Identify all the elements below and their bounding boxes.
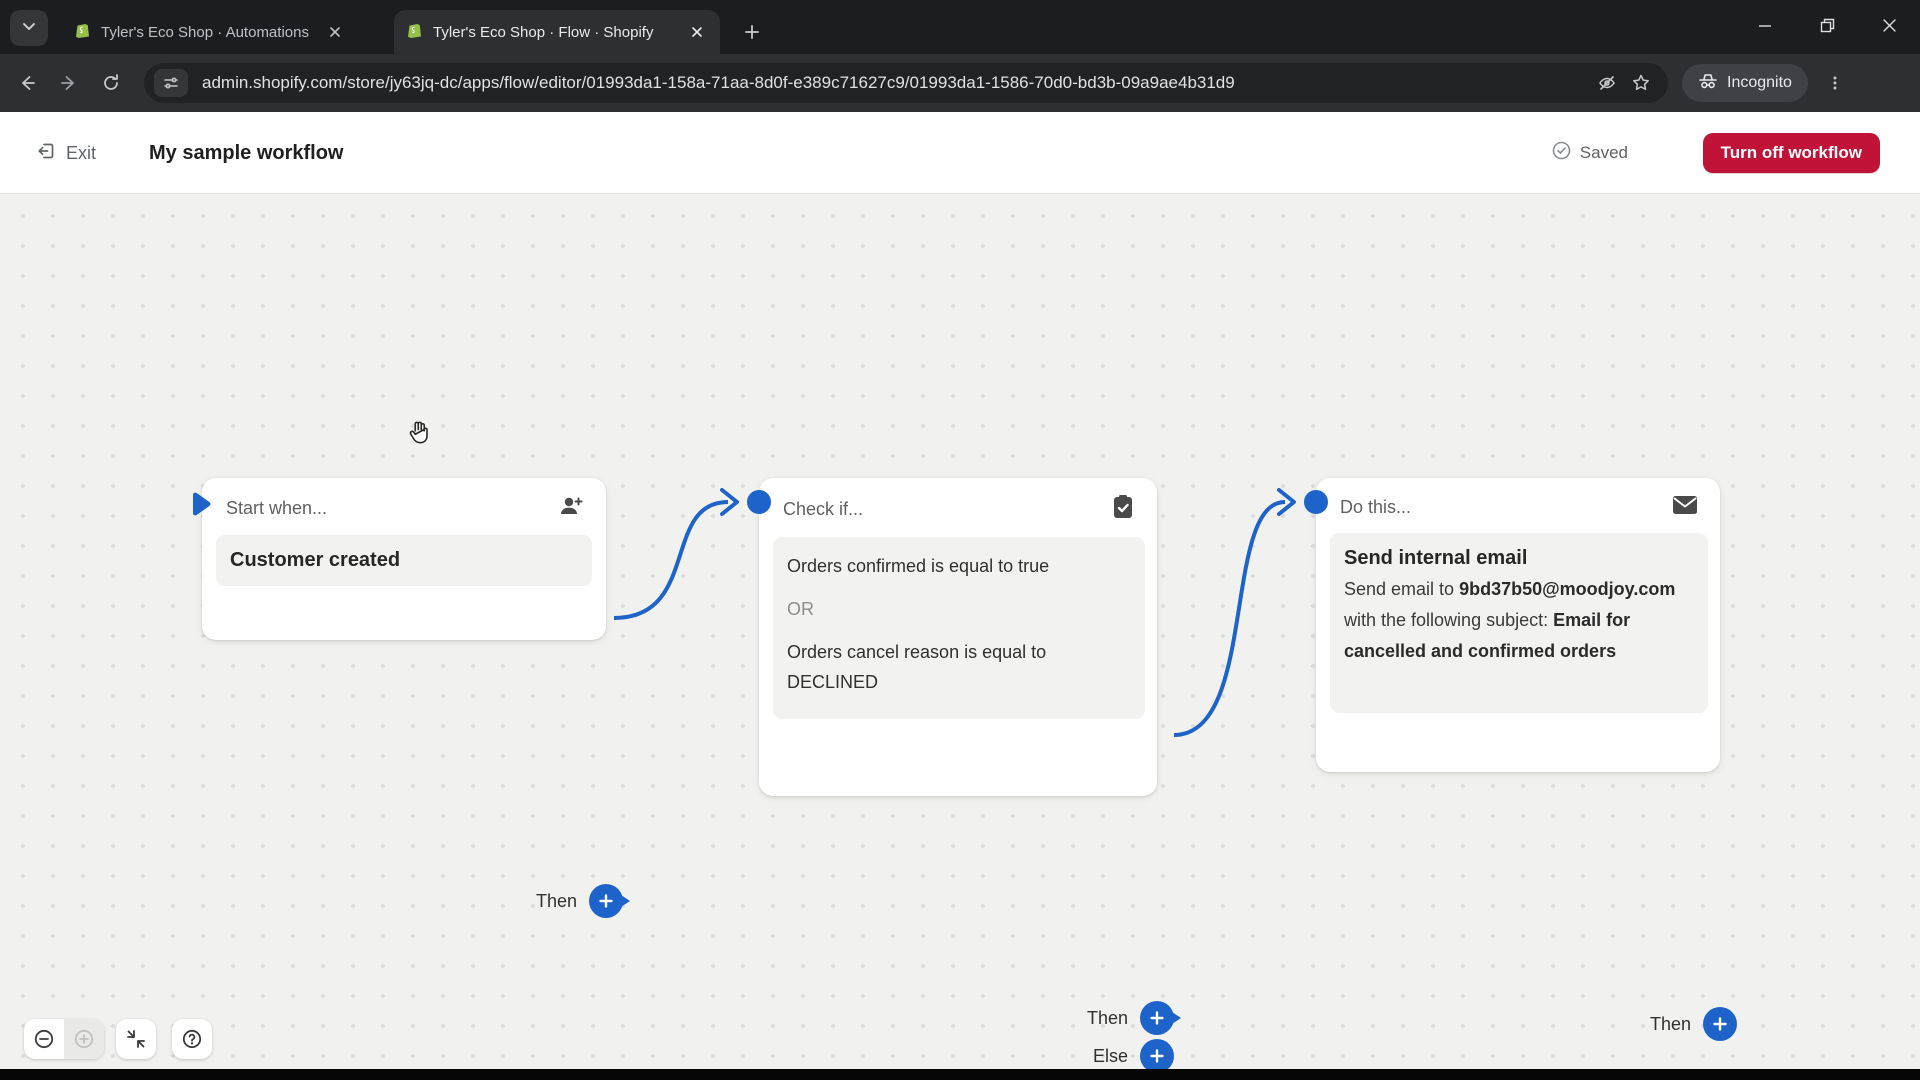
tab-close-icon[interactable] [324,21,346,43]
action-card[interactable]: Do this... Send internal email Send emai… [1316,478,1720,772]
close-window-button[interactable] [1858,0,1920,50]
input-connector-dot [747,490,771,514]
condition-card[interactable]: Check if... Orders confirmed is equal to… [759,478,1157,796]
add-then-step-button[interactable] [1140,1001,1174,1035]
text-segment: Send email to [1344,579,1459,599]
add-next-step-button[interactable] [1703,1007,1737,1041]
screen: Tyler's Eco Shop · Automations Tyler's E… [0,0,1920,1080]
condition-lines: Orders confirmed is equal to true OR Order… [787,551,1131,697]
eye-off-icon[interactable] [1590,66,1624,100]
then-label: Then [536,891,577,912]
incognito-icon [1698,72,1718,95]
person-add-icon [558,494,584,523]
tab-automations[interactable]: Tyler's Eco Shop · Automations [62,10,358,54]
else-label: Else [1093,1046,1128,1067]
trigger-label: Customer created [230,549,400,571]
workflow-title: My sample workflow [149,112,344,194]
tab-search-button[interactable] [10,10,48,46]
restore-button[interactable] [1796,0,1858,50]
trigger-content[interactable]: Customer created [216,535,592,586]
shopify-favicon [406,21,423,43]
action-description: Send email to 9bd37b50@moodjoy.com with … [1344,574,1694,667]
trigger-card[interactable]: Start when... Customer created Then [202,478,606,640]
exit-button[interactable]: Exit [36,112,96,194]
trigger-then-row: Then [536,884,623,918]
save-status-label: Saved [1580,143,1628,163]
browser-chrome: Tyler's Eco Shop · Automations Tyler's E… [0,0,1920,112]
condition-line: Orders confirmed is equal to true [787,551,1131,581]
flow-canvas[interactable]: Start when... Customer created Then Chec… [0,195,1920,1069]
bookmark-star-icon[interactable] [1624,66,1658,100]
zoom-controls [24,1019,104,1059]
workflow-header-bar: Exit My sample workflow Saved Turn off w… [0,112,1920,194]
tab-flow-editor[interactable]: Tyler's Eco Shop · Flow · Shopify [394,10,720,54]
site-settings-icon[interactable] [154,69,188,97]
url-bar[interactable]: admin.shopify.com/store/jy63jq-dc/apps/f… [144,63,1668,103]
condition-content[interactable]: Orders confirmed is equal to true OR Order… [773,537,1145,719]
start-connector [190,491,212,522]
trigger-card-header: Start when... [226,498,327,519]
zoom-out-button[interactable] [24,1019,64,1059]
hand-cursor [404,417,434,452]
tab-title: Tyler's Eco Shop · Automations [101,24,314,41]
condition-then-row: Then [1087,1001,1174,1035]
action-then-row: Then [1650,1007,1737,1041]
action-card-header: Do this... [1340,497,1411,518]
fit-to-screen-button[interactable] [116,1019,156,1059]
browser-menu-icon[interactable] [1818,66,1852,100]
action-content[interactable]: Send internal email Send email to 9bd37b… [1330,533,1708,713]
incognito-label: Incognito [1727,74,1792,92]
condition-line: Orders cancel reason is equal to DECLINE… [787,637,1131,697]
text-segment: 9bd37b50@moodjoy.com [1459,579,1675,599]
action-title: Send internal email [1344,547,1694,570]
new-tab-button[interactable] [736,16,768,48]
add-step-button[interactable] [589,884,623,918]
exit-icon [36,141,56,166]
forward-button[interactable] [48,62,90,104]
tab-title: Tyler's Eco Shop · Flow · Shopify [433,24,676,41]
back-button[interactable] [6,62,48,104]
save-status: Saved [1552,112,1628,194]
add-else-step-button[interactable] [1140,1039,1174,1073]
then-label: Then [1087,1008,1128,1029]
tab-close-icon[interactable] [686,21,708,43]
help-button[interactable] [172,1019,212,1059]
incognito-badge: Incognito [1682,64,1808,102]
chevron-down-icon [21,18,37,39]
condition-else-row: Else [1093,1039,1174,1073]
url-text[interactable]: admin.shopify.com/store/jy63jq-dc/apps/f… [202,73,1590,93]
turn-off-workflow-button[interactable]: Turn off workflow [1703,133,1880,173]
text-segment: with the following subject: [1344,610,1553,630]
window-controls [1734,0,1920,50]
shopify-favicon [74,21,91,43]
exit-label: Exit [66,143,96,164]
tab-strip: Tyler's Eco Shop · Automations Tyler's E… [0,0,1920,54]
browser-toolbar: admin.shopify.com/store/jy63jq-dc/apps/f… [0,54,1920,112]
minimize-button[interactable] [1734,0,1796,50]
envelope-icon [1672,494,1698,521]
condition-line: OR [787,594,1131,624]
zoom-in-button[interactable] [64,1019,104,1059]
then-label: Then [1650,1014,1691,1035]
reload-button[interactable] [90,62,132,104]
clipboard-check-icon [1111,494,1135,525]
screen-bottom-edge [0,1069,1920,1080]
input-connector-dot [1304,490,1328,514]
check-circle-icon [1552,141,1571,165]
condition-card-header: Check if... [783,499,863,520]
